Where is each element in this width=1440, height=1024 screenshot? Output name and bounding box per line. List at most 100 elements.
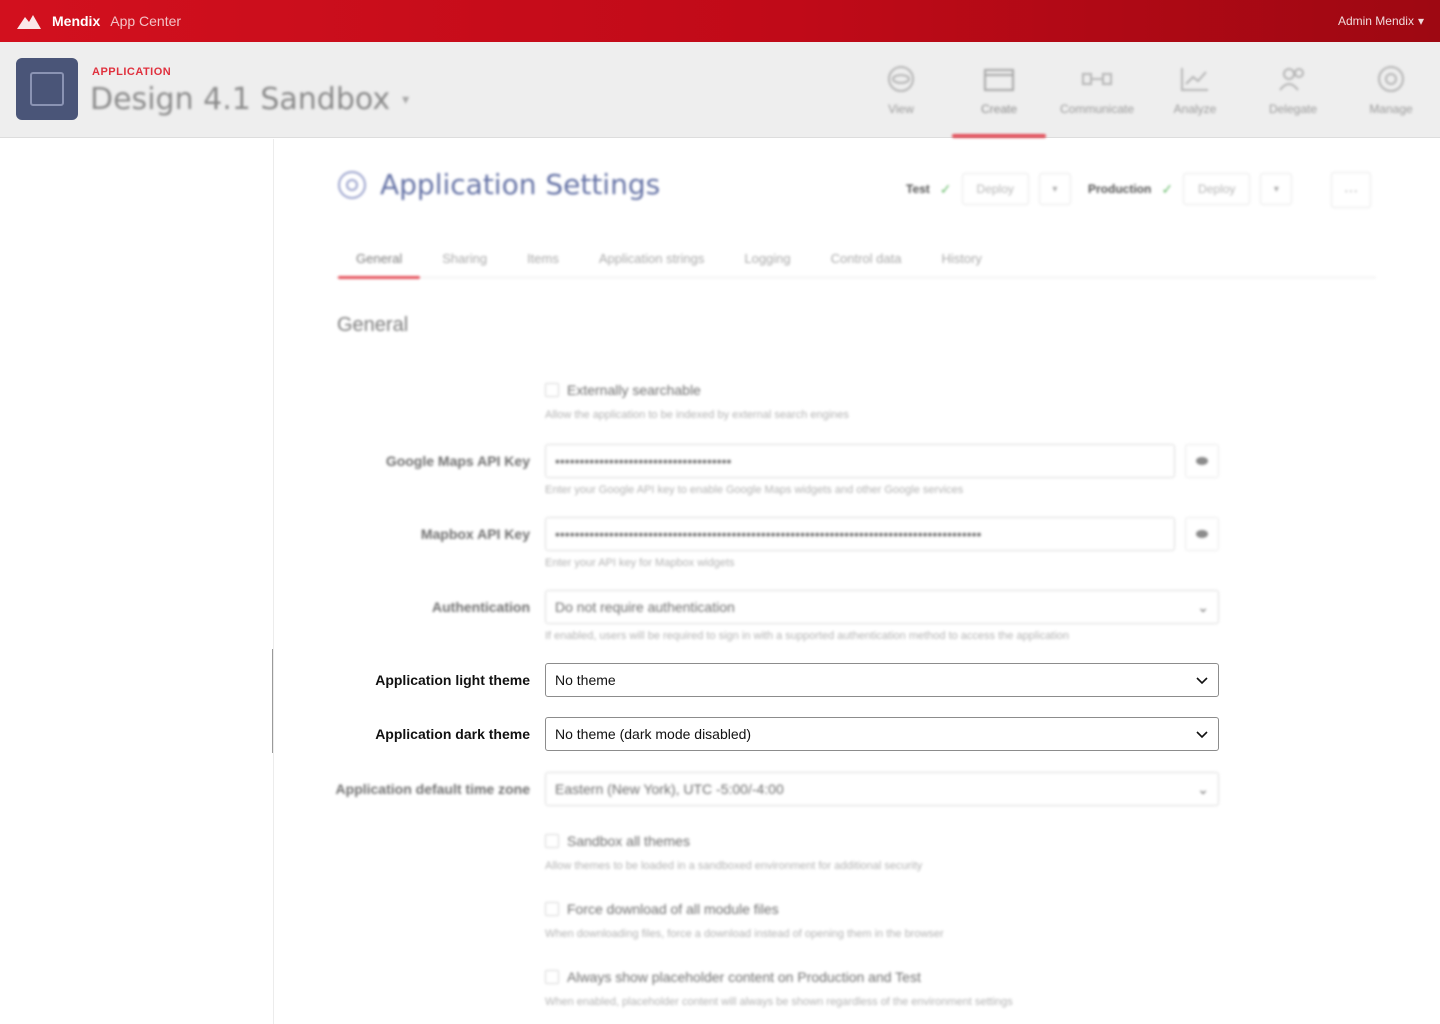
time-zone-select[interactable]: Eastern (New York), UTC -5:00/-4:00 ⌄ (545, 772, 1219, 806)
nav-view[interactable]: View (852, 42, 950, 138)
app-icon[interactable] (16, 58, 78, 120)
production-environment: Production ✓ Deploy ▾ (1088, 172, 1293, 206)
nav-create[interactable]: Create (950, 42, 1048, 138)
app-nav: View Create Communicate Analyze Delegate… (852, 42, 1440, 138)
eye-icon (1196, 457, 1208, 465)
light-theme-label: Application light theme (375, 672, 530, 688)
page-header: Application Settings (336, 168, 660, 201)
page-title: Application Settings (380, 168, 661, 201)
brand-name: Mendix (52, 13, 101, 29)
nav-delegate-label: Delegate (1268, 102, 1318, 116)
more-options-button[interactable]: ··· (1331, 172, 1371, 208)
nav-manage[interactable]: Manage (1342, 42, 1440, 138)
externally-searchable-checkbox-row[interactable]: Externally searchable (545, 382, 701, 398)
chart-icon (1181, 68, 1208, 91)
dark-theme-label: Application dark theme (375, 726, 530, 742)
light-theme-value: No theme (555, 672, 616, 688)
tab-items[interactable]: Items (507, 238, 579, 278)
user-name: Admin Mendix (1337, 14, 1414, 28)
time-zone-value: Eastern (New York), UTC -5:00/-4:00 (555, 781, 784, 797)
light-theme-select[interactable]: No theme (545, 663, 1219, 697)
chevron-down-icon (1196, 677, 1208, 685)
nav-manage-label: Manage (1369, 102, 1413, 116)
nav-analyze[interactable]: Analyze (1146, 42, 1244, 138)
google-maps-key-label: Google Maps API Key (385, 453, 530, 469)
production-deploy-button[interactable]: Deploy (1183, 173, 1251, 205)
dark-theme-select[interactable]: No theme (dark mode disabled) (545, 717, 1219, 751)
check-icon: ✓ (939, 180, 952, 197)
dark-theme-value: No theme (dark mode disabled) (555, 726, 752, 742)
force-download-checkbox[interactable] (545, 902, 559, 916)
test-env-name: Test (906, 182, 930, 196)
mapbox-key-input[interactable]: ••••••••••••••••••••••••••••••••••••••••… (545, 517, 1175, 551)
settings-gear-icon (338, 170, 366, 199)
app-icon-glyph (30, 72, 64, 106)
tab-history[interactable]: History (921, 238, 1001, 278)
authentication-value: Do not require authentication (555, 599, 735, 615)
top-bar: Mendix App Center Admin Mendix ▾ (0, 0, 1440, 42)
google-maps-key-help: Enter your Google API key to enable Goog… (545, 484, 964, 496)
users-icon (1279, 68, 1304, 91)
eye-icon (888, 66, 914, 92)
brand[interactable]: Mendix App Center (16, 11, 181, 31)
google-maps-key-input[interactable]: •••••••••••••••••••••••••••••••••••• (545, 444, 1175, 478)
eye-icon (1196, 530, 1208, 538)
app-label: APPLICATION (92, 66, 172, 78)
externally-searchable-help: Allow the application to be indexed by e… (545, 409, 849, 421)
production-deploy-dropdown[interactable]: ▾ (1260, 173, 1293, 205)
mountain-logo-icon (17, 15, 41, 29)
production-env-name: Production (1088, 182, 1152, 196)
mapbox-key-value: ••••••••••••••••••••••••••••••••••••••••… (555, 526, 982, 542)
externally-searchable-checkbox[interactable] (545, 383, 559, 397)
window-icon (984, 69, 1014, 91)
placeholder-content-checkbox[interactable] (545, 970, 559, 984)
check-icon: ✓ (1161, 180, 1174, 197)
force-download-help: When downloading files, force a download… (545, 928, 944, 940)
authentication-label: Authentication (432, 599, 530, 615)
tab-general[interactable]: General (336, 238, 422, 279)
force-download-label: Force download of all module files (567, 901, 779, 917)
nav-delegate[interactable]: Delegate (1244, 42, 1342, 138)
show-mapbox-key-button[interactable] (1185, 517, 1219, 551)
show-google-maps-key-button[interactable] (1185, 444, 1219, 478)
time-zone-label: Application default time zone (335, 781, 530, 797)
sandbox-themes-checkbox[interactable] (545, 834, 559, 848)
test-environment: Test ✓ Deploy ▾ (906, 172, 1071, 206)
mapbox-key-help: Enter your API key for Mapbox widgets (545, 557, 735, 569)
sandbox-themes-label: Sandbox all themes (567, 833, 690, 849)
nav-view-label: View (888, 102, 914, 116)
authentication-help: If enabled, users will be required to si… (545, 630, 1070, 642)
gear-icon (1378, 66, 1404, 92)
chevron-down-icon: ⌄ (1197, 598, 1209, 615)
mapbox-key-label: Mapbox API Key (420, 526, 530, 542)
placeholder-content-checkbox-row[interactable]: Always show placeholder content on Produ… (545, 969, 921, 985)
placeholder-content-help: When enabled, placeholder content will a… (545, 996, 1013, 1008)
nav-create-label: Create (980, 102, 1018, 116)
app-title[interactable]: Design 4.1 Sandbox ▾ (90, 82, 409, 117)
chevron-down-icon: ▾ (402, 91, 410, 108)
tab-application-strings[interactable]: Application strings (579, 238, 725, 278)
section-title: General (337, 314, 409, 336)
app-title-text: Design 4.1 Sandbox (90, 82, 391, 117)
nav-communicate[interactable]: Communicate (1048, 42, 1146, 138)
authentication-select[interactable]: Do not require authentication ⌄ (545, 590, 1219, 624)
flow-icon (1082, 73, 1112, 85)
nav-analyze-label: Analyze (1173, 102, 1217, 116)
tab-control-data[interactable]: Control data (811, 238, 922, 278)
tab-logging[interactable]: Logging (724, 238, 810, 278)
sandbox-themes-checkbox-row[interactable]: Sandbox all themes (545, 833, 690, 849)
force-download-checkbox-row[interactable]: Force download of all module files (545, 901, 779, 917)
brand-subtitle: App Center (110, 13, 182, 29)
google-maps-key-value: •••••••••••••••••••••••••••••••••••• (555, 453, 732, 469)
placeholder-content-label: Always show placeholder content on Produ… (567, 969, 921, 985)
sandbox-themes-help: Allow themes to be loaded in a sandboxed… (545, 860, 923, 872)
test-deploy-button[interactable]: Deploy (961, 173, 1029, 205)
nav-communicate-label: Communicate (1059, 102, 1135, 116)
app-header: APPLICATION Design 4.1 Sandbox ▾ View Cr… (0, 42, 1440, 138)
chevron-down-icon: ⌄ (1197, 780, 1209, 797)
chevron-down-icon (1196, 731, 1208, 739)
user-menu[interactable]: Admin Mendix ▾ (1338, 14, 1424, 28)
test-deploy-dropdown[interactable]: ▾ (1038, 173, 1071, 205)
tab-sharing[interactable]: Sharing (422, 238, 507, 278)
left-panel (0, 139, 274, 1024)
